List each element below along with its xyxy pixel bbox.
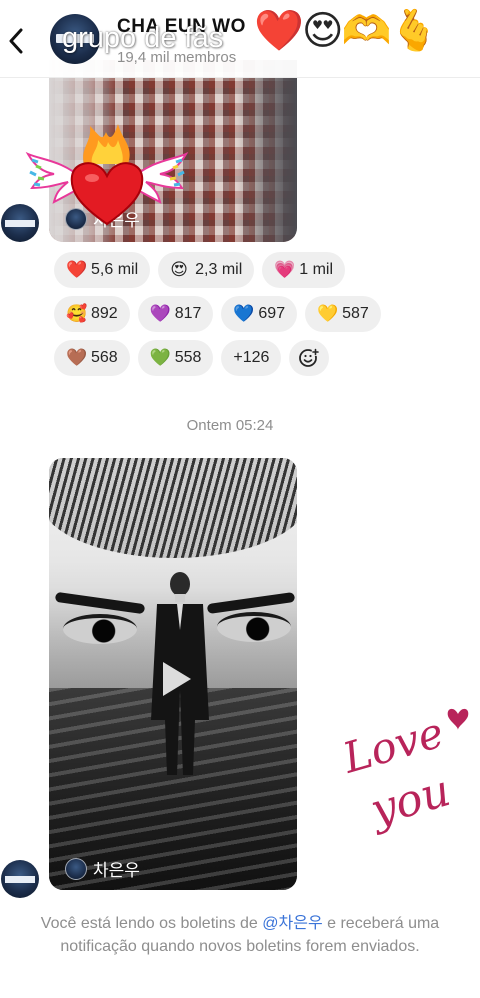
heart-hands-emoji-sticker: 🫶 — [341, 8, 392, 54]
finger-heart-emoji-sticker: 🫰 — [389, 8, 439, 54]
play-button[interactable] — [153, 658, 195, 700]
reaction-count: 568 — [91, 349, 118, 366]
winged-heart-sticker — [25, 124, 189, 226]
back-button[interactable] — [4, 26, 28, 56]
story-caption-sticker: grupo de fãs — [62, 22, 224, 54]
green-heart-icon: 💚 — [149, 348, 171, 368]
reaction-count: 587 — [342, 305, 369, 322]
reactions-panel: ❤️ 5,6 mil 😍 2,3 mil 💗 1 mil 🥰 892 💜 817 💙 697… — [54, 252, 394, 384]
reaction-chip-yellow-heart[interactable]: 💛 587 — [305, 296, 381, 332]
yellow-heart-icon: 💛 — [317, 304, 339, 324]
emoji-sticker-row: ❤️😍🫶🫰 — [254, 6, 439, 56]
reaction-row: 🥰 892 💜 817 💙 697 💛 587 — [54, 296, 394, 332]
pink-heart-icon: 💗 — [274, 260, 296, 280]
purple-heart-icon: 💜 — [149, 304, 171, 324]
love-you-sticker: Love you — [337, 700, 472, 855]
add-reaction-icon — [299, 348, 320, 367]
reaction-count: 697 — [258, 305, 286, 322]
you-text: you — [363, 765, 456, 837]
reaction-chip-heart-eyes[interactable]: 😍 2,3 mil — [158, 252, 255, 288]
play-icon — [163, 662, 191, 696]
add-reaction-button[interactable] — [289, 340, 330, 376]
heart-icon — [447, 708, 469, 730]
message-timestamp: Ontem 05:24 — [186, 417, 274, 434]
reaction-chip-brown-heart[interactable]: 🤎 568 — [54, 340, 130, 376]
reaction-count: 2,3 mil — [195, 261, 243, 278]
reaction-row: ❤️ 5,6 mil 😍 2,3 mil 💗 1 mil — [54, 252, 394, 288]
reaction-count: 817 — [174, 305, 202, 322]
reaction-count: 5,6 mil — [91, 261, 139, 278]
reaction-count: +126 — [233, 349, 270, 366]
reaction-chip-blue-heart[interactable]: 💙 697 — [221, 296, 298, 332]
reaction-chip-green-heart[interactable]: 💚 558 — [137, 340, 214, 376]
brown-heart-icon: 🤎 — [66, 348, 88, 368]
heart-eyes-icon: 😍 — [170, 260, 188, 280]
reaction-count: 1 mil — [299, 261, 334, 278]
reaction-row: 🤎 568 💚 558 +126 — [54, 340, 394, 376]
reaction-count: 892 — [91, 305, 118, 322]
reaction-chip-smiling-hearts[interactable]: 🥰 892 — [54, 296, 130, 332]
chevron-left-icon — [9, 28, 23, 54]
author-name: 차은우 — [93, 861, 140, 880]
blue-heart-icon: 💙 — [233, 304, 255, 324]
smiling-hearts-icon: 🥰 — [66, 304, 88, 324]
reaction-chip-purple-heart[interactable]: 💜 817 — [137, 296, 214, 332]
heart-eyes-emoji-sticker: 😍 — [301, 8, 344, 54]
broadcast-info-note: Você está lendo os boletins de @차은우 e re… — [40, 915, 440, 955]
author-avatar — [65, 857, 87, 880]
red-heart-icon: ❤️ — [66, 260, 88, 280]
reaction-chip-heart[interactable]: ❤️ 5,6 mil — [54, 252, 151, 288]
more-reactions-chip[interactable]: +126 — [221, 340, 282, 376]
poster-eye — [217, 612, 291, 642]
post-video[interactable]: 차은우 — [49, 458, 297, 890]
channel-mention-link[interactable]: @차은우 — [262, 915, 322, 932]
media-author-tag: 차은우 — [65, 856, 140, 881]
poster-eye — [63, 614, 137, 644]
heart-emoji-sticker: ❤️ — [254, 8, 304, 54]
reaction-chip-pink-heart[interactable]: 💗 1 mil — [262, 252, 346, 288]
sender-avatar[interactable] — [1, 860, 39, 898]
reaction-count: 558 — [174, 349, 202, 366]
